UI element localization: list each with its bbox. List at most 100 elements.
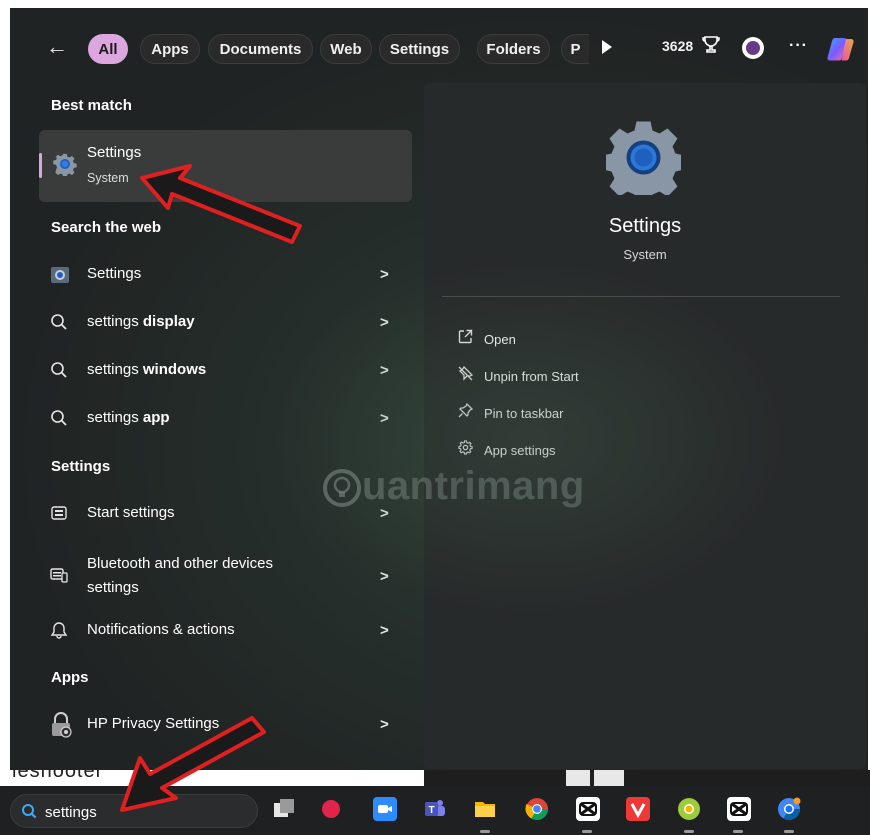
- scroll-tabs-button[interactable]: [602, 40, 612, 54]
- copilot-icon[interactable]: [826, 36, 856, 62]
- task-view-icon[interactable]: [272, 797, 296, 821]
- best-match-subtitle: System: [87, 171, 129, 185]
- settings-gear-icon: [51, 267, 69, 283]
- tab-photos[interactable]: P: [561, 34, 589, 64]
- search-icon: [22, 804, 37, 819]
- background-text: leshooter: [12, 760, 104, 782]
- divider: [442, 296, 840, 297]
- action-label: Pin to taskbar: [484, 406, 564, 421]
- setting-label: Notifications & actions: [87, 621, 235, 638]
- more-options-button[interactable]: ···: [789, 37, 808, 55]
- web-result-settings-app[interactable]: settings app >: [39, 398, 412, 438]
- detail-subtitle: System: [623, 247, 667, 262]
- detail-pane: Settings System Open Unpin from Start Pi…: [424, 83, 866, 769]
- setting-label: Start settings: [87, 504, 175, 521]
- detail-title: Settings: [608, 215, 682, 237]
- web-result-label: Settings: [87, 265, 142, 282]
- web-result-query: settings: [87, 313, 143, 330]
- background-window: [424, 770, 870, 786]
- web-result-settings-display[interactable]: settings display >: [39, 302, 412, 342]
- background-window-part: [594, 770, 624, 786]
- running-indicator: [582, 830, 592, 833]
- web-result-query: settings: [87, 409, 143, 426]
- vivaldi-icon[interactable]: [626, 797, 650, 821]
- chrome-canary-icon[interactable]: [677, 797, 701, 821]
- tab-folders[interactable]: Folders: [477, 34, 550, 64]
- chevron-right-icon: >: [380, 410, 389, 427]
- best-match-title: Settings: [87, 144, 142, 161]
- tab-documents[interactable]: Documents: [208, 34, 313, 64]
- apps-heading: Apps: [51, 669, 89, 686]
- watermark-text: uantrimang: [362, 464, 585, 508]
- app-label: HP Privacy Settings: [87, 715, 220, 732]
- search-icon: [50, 409, 70, 429]
- setting-bluetooth-devices[interactable]: Bluetooth and other devices settings >: [39, 550, 412, 602]
- action-label: Open: [484, 332, 516, 347]
- action-pin-taskbar[interactable]: Pin to taskbar: [454, 402, 564, 422]
- action-unpin-start[interactable]: Unpin from Start: [454, 365, 579, 385]
- chevron-right-icon: >: [380, 266, 389, 283]
- setting-label-line1: Bluetooth and other devices: [87, 555, 273, 572]
- devices-icon: [50, 566, 70, 586]
- svg-text:T: T: [428, 805, 434, 816]
- rewards-icon[interactable]: [742, 37, 764, 59]
- chevron-right-icon: >: [380, 314, 389, 331]
- settings-gear-icon: [606, 121, 681, 195]
- settings-gear-icon: [53, 153, 77, 176]
- taskbar: T: [0, 786, 870, 835]
- action-label: Unpin from Start: [484, 369, 579, 384]
- running-indicator: [480, 830, 490, 833]
- running-indicator: [784, 830, 794, 833]
- search-input[interactable]: [45, 802, 245, 822]
- pin-icon: [454, 402, 476, 422]
- settings-heading: Settings: [51, 458, 111, 475]
- zoom-icon[interactable]: [373, 797, 397, 821]
- teams-icon[interactable]: T: [423, 797, 447, 821]
- chevron-right-icon: >: [380, 622, 389, 639]
- back-button[interactable]: ←: [46, 36, 72, 62]
- start-search-panel: ← All Apps Documents Web Settings Folder…: [10, 8, 868, 770]
- rewards-points[interactable]: 3628: [662, 38, 693, 54]
- chrome-dev-icon[interactable]: [777, 797, 801, 821]
- capcut-icon[interactable]: [576, 797, 600, 821]
- chevron-right-icon: >: [380, 716, 389, 733]
- capcut-icon[interactable]: [727, 797, 751, 821]
- bell-icon: [50, 621, 70, 641]
- best-match-settings[interactable]: Settings System: [39, 130, 412, 202]
- web-result-query-bold: windows: [142, 361, 207, 378]
- action-app-settings[interactable]: App settings: [454, 440, 556, 459]
- watermark-logo: [323, 469, 361, 507]
- tab-settings[interactable]: Settings: [379, 34, 460, 64]
- lock-icon: [49, 712, 73, 738]
- background-window-part: [566, 770, 590, 786]
- action-open[interactable]: Open: [454, 329, 516, 348]
- app-hp-privacy-settings[interactable]: HP Privacy Settings >: [39, 704, 412, 744]
- tab-apps[interactable]: Apps: [140, 34, 200, 64]
- best-match-heading: Best match: [51, 97, 132, 114]
- filter-bar: ← All Apps Documents Web Settings Folder…: [10, 30, 868, 66]
- selection-indicator: [39, 153, 42, 178]
- search-web-heading: Search the web: [51, 219, 162, 236]
- open-external-icon: [454, 329, 476, 348]
- file-explorer-icon[interactable]: [473, 797, 497, 821]
- chevron-right-icon: >: [380, 568, 389, 585]
- web-result-query-bold: display: [142, 313, 195, 330]
- record-icon[interactable]: [322, 800, 340, 818]
- search-icon: [50, 313, 70, 333]
- running-indicator: [733, 830, 743, 833]
- web-result-query: settings: [87, 361, 143, 378]
- web-result-settings-windows[interactable]: settings windows >: [39, 350, 412, 390]
- tab-web[interactable]: Web: [320, 34, 372, 64]
- unpin-icon: [454, 365, 476, 385]
- taskbar-search[interactable]: [10, 794, 258, 828]
- trophy-icon[interactable]: [701, 35, 721, 60]
- gear-icon: [454, 440, 476, 459]
- setting-label-line2: settings: [87, 579, 139, 596]
- setting-notifications[interactable]: Notifications & actions >: [39, 610, 412, 650]
- tab-all[interactable]: All: [88, 34, 128, 64]
- running-indicator: [684, 830, 694, 833]
- web-result-settings[interactable]: Settings >: [39, 254, 412, 294]
- web-result-query-bold: app: [142, 409, 170, 426]
- action-label: App settings: [484, 443, 556, 458]
- chrome-icon[interactable]: [525, 797, 549, 821]
